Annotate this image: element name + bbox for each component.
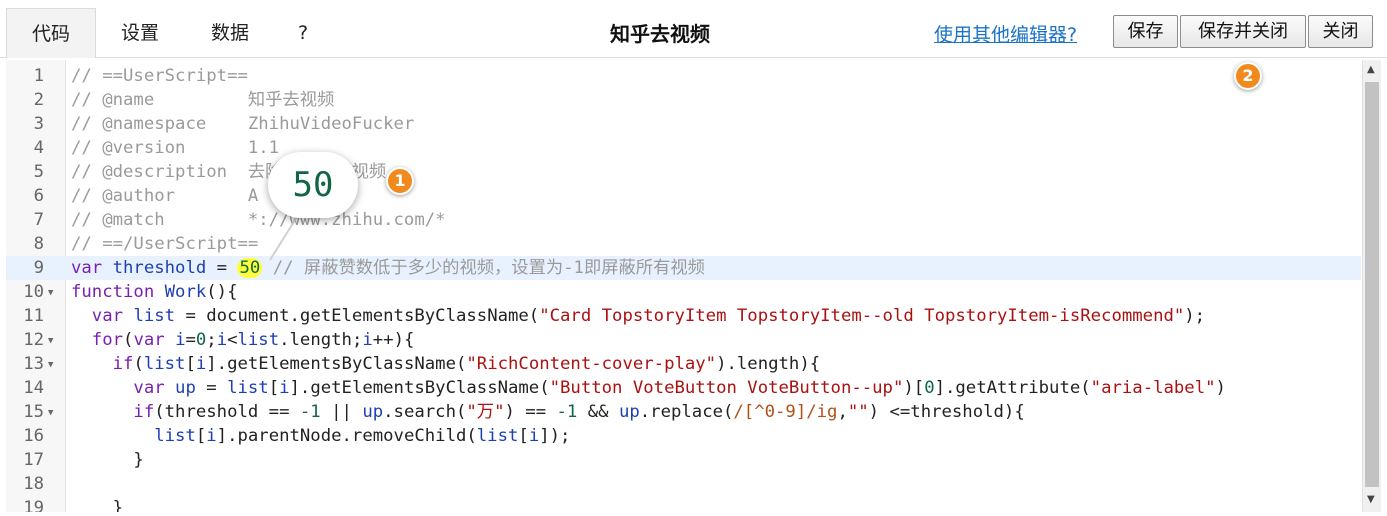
callout-badge-1: 1 xyxy=(386,167,414,195)
zoom-callout: 50 xyxy=(268,152,358,218)
callout-badge-2: 2 xyxy=(1234,62,1262,90)
callout-pointer xyxy=(269,211,301,261)
